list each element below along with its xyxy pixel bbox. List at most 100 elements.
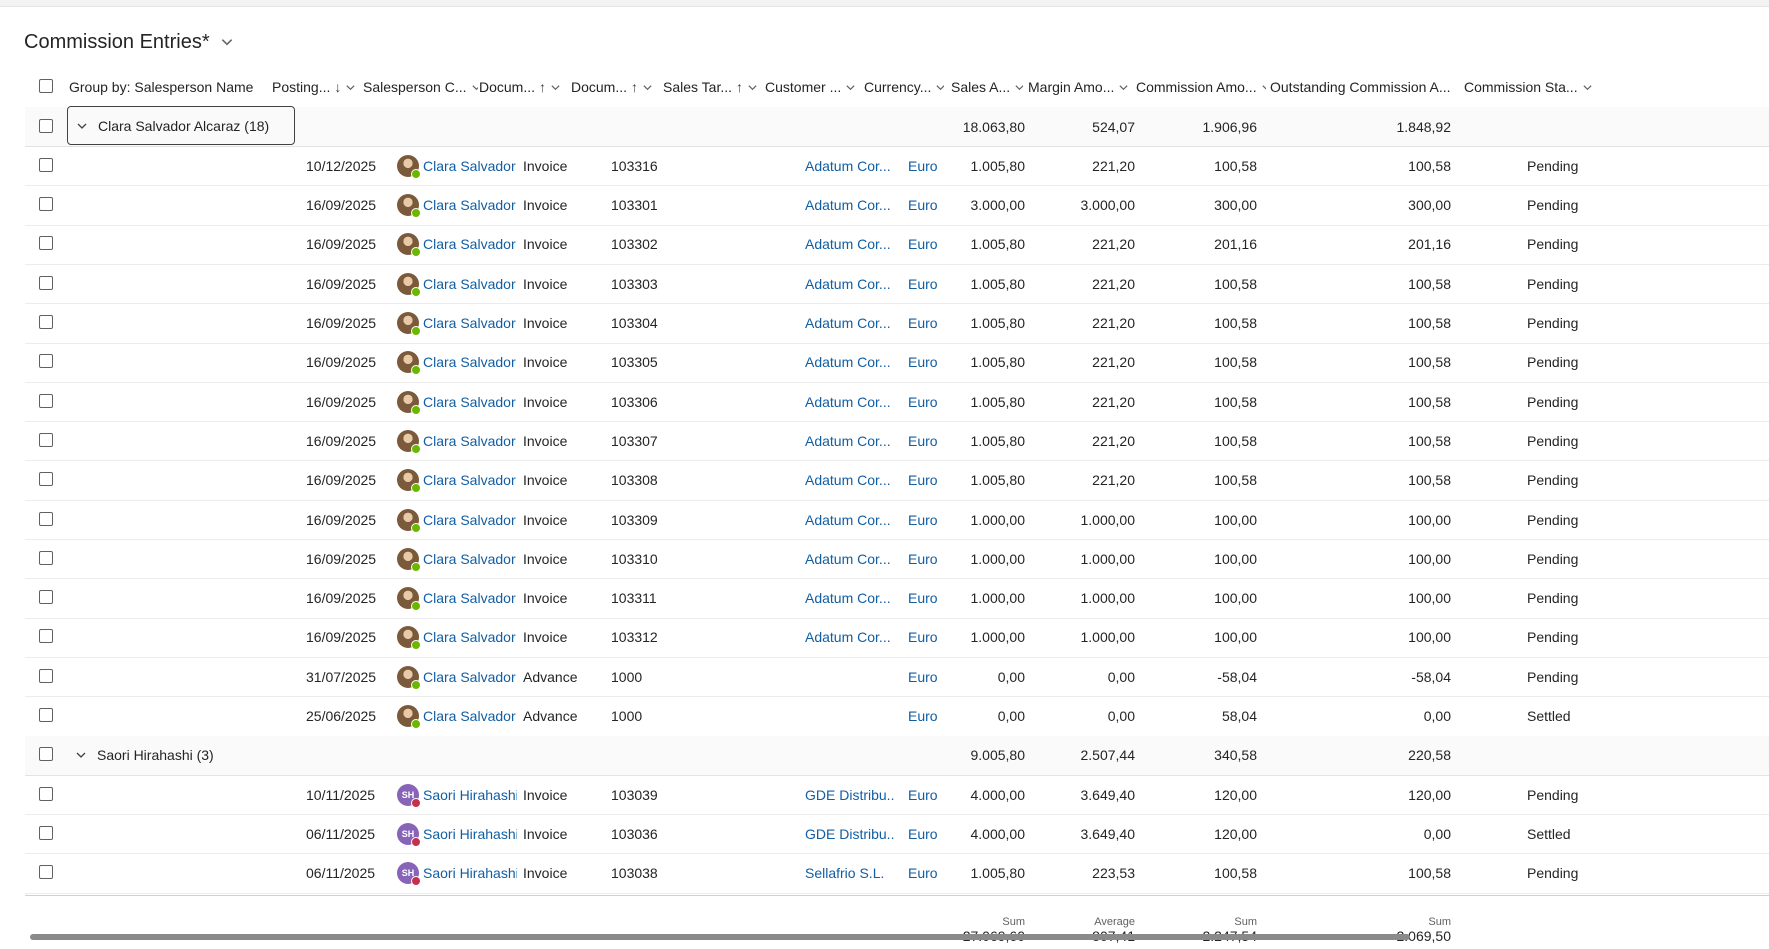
group-toggle[interactable]: Saori Hirahashi (3) — [67, 736, 295, 775]
salesperson-cell[interactable]: Clara Salvador ... — [397, 579, 517, 618]
table-row[interactable]: 16/09/2025 Clara Salvador ... Invoice 10331… — [25, 539, 1769, 580]
salesperson-link[interactable]: Clara Salvador ... — [423, 354, 517, 370]
customer-link[interactable]: Adatum Cor... — [805, 382, 895, 421]
table-row[interactable]: 16/09/2025 Clara Salvador ... Invoice 10331… — [25, 579, 1769, 619]
customer-link[interactable]: Adatum Cor... — [805, 618, 895, 657]
customer-link-text[interactable]: GDE Distribu... — [805, 826, 895, 842]
horizontal-scrollbar[interactable] — [30, 934, 1410, 940]
salesperson-link[interactable]: Clara Salvador ... — [423, 236, 517, 252]
currency-link-text[interactable]: Euro — [908, 669, 938, 685]
customer-link-text[interactable]: Adatum Cor... — [805, 354, 891, 370]
salesperson-link[interactable]: Clara Salvador ... — [423, 197, 517, 213]
column-header-currency[interactable]: Currency... — [864, 67, 944, 107]
row-select-checkbox[interactable] — [39, 865, 53, 880]
table-row[interactable]: 16/09/2025 Clara Salvador ... Invoice 10330… — [25, 382, 1769, 423]
column-header-salesperson-code[interactable]: Salesperson C... — [363, 67, 478, 107]
currency-link-text[interactable]: Euro — [908, 472, 938, 488]
select-all-checkbox[interactable] — [39, 79, 53, 93]
row-select-checkbox[interactable] — [39, 275, 53, 290]
customer-link-text[interactable]: Adatum Cor... — [805, 158, 891, 174]
currency-link-text[interactable]: Euro — [908, 512, 938, 528]
table-row[interactable]: 25/06/2025 Clara Salvador ... Advance 1000 E… — [25, 697, 1769, 737]
column-header-sales-amount[interactable]: Sales A... — [951, 67, 1023, 107]
salesperson-link[interactable]: Clara Salvador ... — [423, 433, 517, 449]
salesperson-link[interactable]: Clara Salvador ... — [423, 394, 517, 410]
row-select-checkbox[interactable] — [39, 432, 53, 447]
salesperson-cell[interactable]: Clara Salvador ... — [397, 186, 517, 225]
table-row[interactable]: 16/09/2025 Clara Salvador ... Invoice 10330… — [25, 264, 1769, 305]
customer-link[interactable]: GDE Distribu... — [805, 814, 895, 853]
salesperson-link[interactable]: Saori Hirahashi ... — [423, 787, 517, 803]
table-row[interactable]: 31/07/2025 Clara Salvador ... Advance 1000 E… — [25, 657, 1769, 698]
currency-link-text[interactable]: Euro — [908, 590, 938, 606]
customer-link[interactable]: Adatum Cor... — [805, 304, 895, 343]
table-row[interactable]: 16/09/2025 Clara Salvador ... Invoice 10330… — [25, 186, 1769, 226]
salesperson-link[interactable]: Clara Salvador ... — [423, 512, 517, 528]
row-select-checkbox[interactable] — [39, 511, 53, 526]
row-select-checkbox[interactable] — [39, 236, 53, 251]
salesperson-cell[interactable]: Clara Salvador ... — [397, 461, 517, 500]
row-select-checkbox[interactable] — [39, 354, 53, 369]
table-row[interactable]: 16/09/2025 Clara Salvador ... Invoice 10331… — [25, 618, 1769, 658]
table-row[interactable]: 16/09/2025 Clara Salvador ... Invoice 10330… — [25, 500, 1769, 540]
currency-link-text[interactable]: Euro — [908, 315, 938, 331]
salesperson-cell[interactable]: Clara Salvador ... — [397, 264, 517, 303]
column-header-commission-status[interactable]: Commission Sta... — [1464, 67, 1769, 107]
customer-link-text[interactable]: Adatum Cor... — [805, 276, 891, 292]
customer-link[interactable]: Adatum Cor... — [805, 461, 895, 500]
currency-link-text[interactable]: Euro — [908, 276, 938, 292]
salesperson-link[interactable]: Saori Hirahashi ... — [423, 826, 517, 842]
column-header-commission-amount[interactable]: Commission Amo... — [1136, 67, 1266, 107]
salesperson-cell[interactable]: SHSaori Hirahashi ... — [397, 814, 517, 853]
group-header-row[interactable]: Clara Salvador Alcaraz (18) 18.063,80 524,… — [25, 106, 1769, 147]
salesperson-link[interactable]: Clara Salvador ... — [423, 276, 517, 292]
currency-link-text[interactable]: Euro — [908, 354, 938, 370]
table-row[interactable]: 16/09/2025 Clara Salvador ... Invoice 10330… — [25, 421, 1769, 462]
currency-link-text[interactable]: Euro — [908, 551, 938, 567]
table-row[interactable]: 16/09/2025 Clara Salvador ... Invoice 10330… — [25, 343, 1769, 383]
table-row[interactable]: 06/11/2025 SHSaori Hirahashi ... Invoice 10… — [25, 814, 1769, 855]
table-row[interactable]: 10/11/2025 SHSaori Hirahashi ... Invoice 10… — [25, 775, 1769, 816]
row-select-checkbox[interactable] — [39, 393, 53, 408]
salesperson-cell[interactable]: Clara Salvador ... — [397, 697, 517, 736]
currency-link-text[interactable]: Euro — [908, 708, 938, 724]
view-title-selector[interactable]: Commission Entries* — [24, 25, 234, 59]
column-header-outstanding-commission[interactable]: Outstanding Commission A... — [1270, 67, 1466, 107]
salesperson-link[interactable]: Clara Salvador ... — [423, 472, 517, 488]
customer-link[interactable]: Adatum Cor... — [805, 225, 895, 264]
row-select-checkbox[interactable] — [39, 629, 53, 644]
customer-link[interactable]: Adatum Cor... — [805, 264, 895, 303]
customer-link-text[interactable]: Sellafrio S.L. — [805, 865, 884, 881]
salesperson-link[interactable]: Clara Salvador ... — [423, 551, 517, 567]
salesperson-cell[interactable]: Clara Salvador ... — [397, 382, 517, 421]
customer-link-text[interactable]: Adatum Cor... — [805, 236, 891, 252]
group-select-checkbox[interactable] — [39, 747, 53, 762]
customer-link[interactable]: Adatum Cor... — [805, 579, 895, 618]
customer-link-text[interactable]: Adatum Cor... — [805, 629, 891, 645]
customer-link[interactable]: Adatum Cor... — [805, 421, 895, 460]
row-select-checkbox[interactable] — [39, 825, 53, 840]
salesperson-cell[interactable]: Clara Salvador ... — [397, 539, 517, 578]
salesperson-cell[interactable]: SHSaori Hirahashi ... — [397, 775, 517, 814]
salesperson-cell[interactable]: Clara Salvador ... — [397, 421, 517, 460]
row-select-checkbox[interactable] — [39, 708, 53, 722]
table-row[interactable]: 16/09/2025 Clara Salvador ... Invoice 10330… — [25, 304, 1769, 344]
salesperson-link[interactable]: Clara Salvador ... — [423, 315, 517, 331]
salesperson-cell[interactable]: Clara Salvador ... — [397, 146, 517, 185]
customer-link[interactable]: Adatum Cor... — [805, 146, 895, 185]
table-row[interactable]: 16/09/2025 Clara Salvador ... Invoice 10330… — [25, 461, 1769, 501]
salesperson-cell[interactable]: Clara Salvador ... — [397, 500, 517, 539]
table-row[interactable]: 06/11/2025 SHSaori Hirahashi ... Invoice 10… — [25, 854, 1769, 894]
customer-link[interactable]: GDE Distribu... — [805, 775, 895, 814]
column-header-posting-date[interactable]: Posting... ↓ — [272, 67, 362, 107]
table-row[interactable]: 16/09/2025 Clara Salvador ... Invoice 10330… — [25, 225, 1769, 265]
currency-link-text[interactable]: Euro — [908, 787, 938, 803]
salesperson-cell[interactable]: SHSaori Hirahashi ... — [397, 854, 517, 893]
column-header-document-type[interactable]: Docum... ↑ — [479, 67, 569, 107]
currency-link-text[interactable]: Euro — [908, 236, 938, 252]
currency-link-text[interactable]: Euro — [908, 158, 938, 174]
customer-link[interactable]: Adatum Cor... — [805, 539, 895, 578]
table-row[interactable]: 10/12/2025 Clara Salvador ... Invoice 10331… — [25, 146, 1769, 187]
customer-link-text[interactable]: GDE Distribu... — [805, 787, 895, 803]
currency-link-text[interactable]: Euro — [908, 394, 938, 410]
